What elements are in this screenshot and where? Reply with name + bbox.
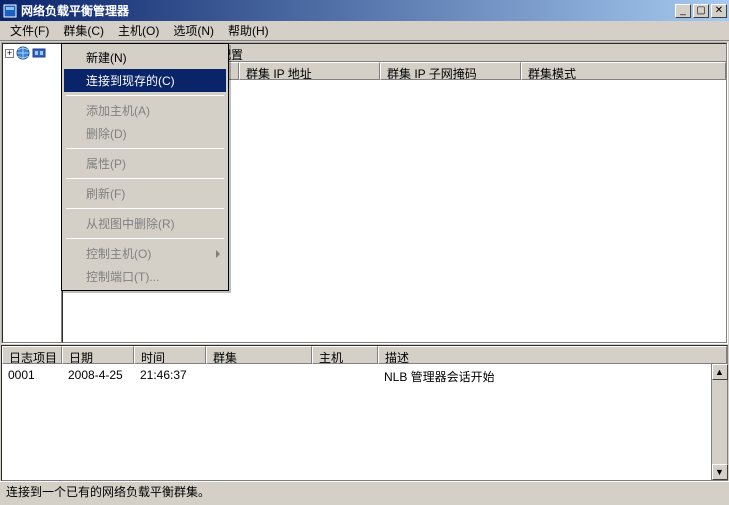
log-scrollbar[interactable]: ▲ ▼ xyxy=(711,364,727,480)
col-log-date[interactable]: 日期 xyxy=(62,346,134,364)
log-row[interactable]: 0001 2008-4-25 21:46:37 NLB 管理器会话开始 xyxy=(2,364,727,385)
minimize-button[interactable]: _ xyxy=(675,4,691,18)
menubar: 文件(F) 群集(C) 主机(O) 选项(N) 帮助(H) xyxy=(0,21,729,41)
log-body: 0001 2008-4-25 21:46:37 NLB 管理器会话开始 xyxy=(2,364,727,480)
tree-pane: + xyxy=(2,43,62,343)
nlb-node-icon xyxy=(32,46,46,60)
statusbar: 连接到一个已有的网络负载平衡群集。 xyxy=(0,481,729,501)
log-column-headers: 日志项目 日期 时间 群集 主机 描述 xyxy=(2,346,727,364)
menu-remove-from-view[interactable]: 从视图中删除(R) xyxy=(64,212,226,235)
titlebar: 网络负载平衡管理器 _ ▢ ✕ xyxy=(0,0,729,21)
log-cell-desc: NLB 管理器会话开始 xyxy=(378,368,727,385)
chevron-right-icon xyxy=(216,250,220,258)
col-log-cluster[interactable]: 群集 xyxy=(206,346,312,364)
app-icon xyxy=(2,3,18,19)
workspace: + 新建(N) 连接到现存的(C) 添加主机(A) 删除(D) 属性(P) 刷新… xyxy=(1,42,728,344)
cluster-context-menu: 新建(N) 连接到现存的(C) 添加主机(A) 删除(D) 属性(P) 刷新(F… xyxy=(61,43,229,291)
menu-host[interactable]: 主机(O) xyxy=(112,20,165,41)
menu-control-hosts[interactable]: 控制主机(O) xyxy=(64,242,226,265)
menu-refresh[interactable]: 刷新(F) xyxy=(64,182,226,205)
menu-control-hosts-label: 控制主机(O) xyxy=(86,247,151,261)
menu-properties[interactable]: 属性(P) xyxy=(64,152,226,175)
col-log-desc[interactable]: 描述 xyxy=(378,346,727,364)
scroll-down-icon[interactable]: ▼ xyxy=(712,464,728,480)
col-cluster-mode[interactable]: 群集模式 xyxy=(521,62,726,80)
menu-add-host[interactable]: 添加主机(A) xyxy=(64,99,226,122)
close-button[interactable]: ✕ xyxy=(711,4,727,18)
tree-root-row[interactable]: + xyxy=(5,46,59,60)
col-log-item[interactable]: 日志项目 xyxy=(2,346,62,364)
menu-delete[interactable]: 删除(D) xyxy=(64,122,226,145)
log-cell-date: 2008-4-25 xyxy=(62,368,134,385)
menu-separator xyxy=(66,238,224,239)
col-cluster-ip[interactable]: 群集 IP 地址 xyxy=(239,62,380,80)
maximize-button[interactable]: ▢ xyxy=(693,4,709,18)
log-cell-host xyxy=(312,368,378,385)
col-log-time[interactable]: 时间 xyxy=(134,346,206,364)
menu-separator xyxy=(66,95,224,96)
menu-options[interactable]: 选项(N) xyxy=(167,20,220,41)
col-log-host[interactable]: 主机 xyxy=(312,346,378,364)
log-cell-item: 0001 xyxy=(2,368,62,385)
menu-file[interactable]: 文件(F) xyxy=(4,20,55,41)
menu-separator xyxy=(66,178,224,179)
log-pane: 日志项目 日期 时间 群集 主机 描述 0001 2008-4-25 21:46… xyxy=(1,345,728,481)
window-controls: _ ▢ ✕ xyxy=(673,4,727,18)
menu-separator xyxy=(66,148,224,149)
menu-new-cluster[interactable]: 新建(N) xyxy=(64,46,226,69)
menu-cluster[interactable]: 群集(C) xyxy=(57,20,110,41)
globe-icon xyxy=(16,46,30,60)
expand-icon[interactable]: + xyxy=(5,49,14,58)
status-text: 连接到一个已有的网络负载平衡群集。 xyxy=(6,483,210,500)
window-title: 网络负载平衡管理器 xyxy=(21,2,673,19)
menu-help[interactable]: 帮助(H) xyxy=(222,20,275,41)
col-cluster-mask[interactable]: 群集 IP 子网掩码 xyxy=(380,62,521,80)
log-cell-time: 21:46:37 xyxy=(134,368,206,385)
log-cell-cluster xyxy=(206,368,312,385)
menu-connect-existing[interactable]: 连接到现存的(C) xyxy=(64,69,226,92)
menu-control-ports[interactable]: 控制端口(T)... xyxy=(64,265,226,288)
scroll-up-icon[interactable]: ▲ xyxy=(712,364,728,380)
menu-separator xyxy=(66,208,224,209)
